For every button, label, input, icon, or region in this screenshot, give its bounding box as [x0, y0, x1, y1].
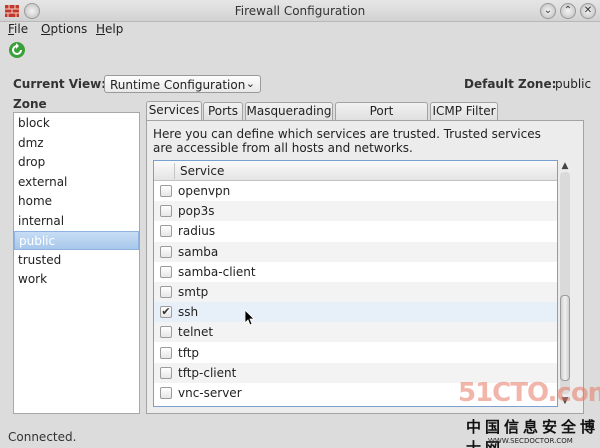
service-name: tftp-client	[178, 365, 237, 380]
service-checkbox[interactable]: ✔	[160, 306, 172, 319]
tab-icmp-filter[interactable]: ICMP Filter	[430, 102, 498, 120]
zone-item-work[interactable]: work	[14, 270, 139, 289]
service-name: telnet	[178, 325, 214, 340]
table-row[interactable]: telnet	[154, 322, 557, 343]
table-row[interactable]: radius	[154, 221, 557, 241]
zone-item-dmz[interactable]: dmz	[14, 134, 139, 153]
service-checkbox[interactable]	[160, 225, 172, 238]
header-separator	[174, 163, 175, 179]
mouse-pointer-icon	[245, 310, 255, 326]
services-scrollbar[interactable]: ▲ ▼	[559, 160, 571, 407]
service-checkbox[interactable]	[160, 185, 172, 197]
tab-services[interactable]: Services	[146, 101, 202, 121]
default-zone-value: public	[555, 77, 592, 91]
scroll-up-icon[interactable]: ▲	[559, 160, 571, 172]
title-bar: Firewall Configuration ⌄ ⌃ ✕	[0, 0, 600, 22]
table-row[interactable]: tftp	[154, 343, 557, 363]
zone-item-public[interactable]: public	[14, 231, 139, 250]
service-checkbox[interactable]	[160, 387, 172, 399]
service-name: smtp	[178, 285, 209, 299]
zone-item-block[interactable]: block	[14, 114, 139, 133]
watermark-51cto: 51CTO.com	[458, 378, 600, 408]
zone-item-home[interactable]: home	[14, 192, 139, 211]
menu-file[interactable]: File	[8, 22, 28, 36]
service-checkbox[interactable]	[160, 366, 172, 379]
table-row[interactable]: ✔ ssh	[154, 302, 557, 323]
service-name: pop3s	[178, 204, 215, 219]
reload-icon[interactable]	[8, 41, 26, 59]
zone-item-trusted[interactable]: trusted	[14, 251, 139, 270]
menu-options[interactable]: Options	[41, 22, 87, 36]
table-row[interactable]: openvpn	[154, 181, 557, 201]
window-title: Firewall Configuration	[234, 4, 366, 18]
tab-port-forwarding[interactable]: Port Forwarding	[335, 102, 428, 135]
menu-help[interactable]: Help	[96, 22, 123, 36]
table-row[interactable]: samba-client	[154, 262, 557, 282]
current-view-label: Current View:	[13, 77, 106, 91]
service-name: openvpn	[178, 184, 231, 198]
table-row[interactable]: pop3s	[154, 201, 557, 222]
table-row[interactable]: smtp	[154, 282, 557, 302]
zone-heading: Zone	[13, 97, 47, 111]
status-text: Connected.	[8, 430, 77, 444]
service-checkbox[interactable]	[160, 245, 172, 258]
default-zone-label: Default Zone:	[464, 77, 557, 91]
service-checkbox[interactable]	[160, 346, 172, 359]
zone-list[interactable]: block dmz drop external home internal pu…	[13, 112, 140, 414]
service-name: vnc-server	[178, 386, 242, 400]
service-column-header[interactable]: Service	[180, 164, 224, 178]
services-description: Here you can define which services are t…	[153, 127, 541, 155]
service-name: ssh	[178, 305, 199, 320]
minimize-button[interactable]: ⌄	[540, 3, 556, 19]
zone-item-external[interactable]: external	[14, 173, 139, 192]
tab-ports[interactable]: Ports	[203, 102, 243, 120]
current-view-select[interactable]: Runtime Configuration ⌄	[104, 75, 261, 93]
watermark-url: WWW.SECDOCTOR.COM	[488, 437, 573, 445]
service-checkbox[interactable]	[160, 286, 172, 298]
menu-bar: File Options Help	[0, 22, 600, 38]
service-checkbox[interactable]	[160, 326, 172, 339]
zone-item-internal[interactable]: internal	[14, 212, 139, 231]
zone-item-drop[interactable]: drop	[14, 153, 139, 172]
close-button[interactable]: ✕	[580, 3, 596, 19]
service-name: tftp	[178, 345, 200, 360]
service-name: samba	[178, 244, 219, 259]
services-table[interactable]: Service openvpn pop3s radius samba samba-cli…	[153, 160, 558, 407]
chevron-down-icon: ⌄	[245, 77, 255, 90]
table-row[interactable]: samba	[154, 241, 557, 262]
current-view-value: Runtime Configuration	[110, 78, 246, 92]
scroll-thumb[interactable]	[560, 295, 570, 381]
table-header: Service	[154, 161, 557, 181]
tab-masquerading[interactable]: Masquerading	[245, 102, 333, 120]
service-checkbox[interactable]	[160, 265, 172, 278]
maximize-button[interactable]: ⌃	[560, 3, 576, 19]
service-name: samba-client	[178, 264, 256, 279]
service-name: radius	[178, 224, 216, 239]
service-checkbox[interactable]	[160, 205, 172, 218]
